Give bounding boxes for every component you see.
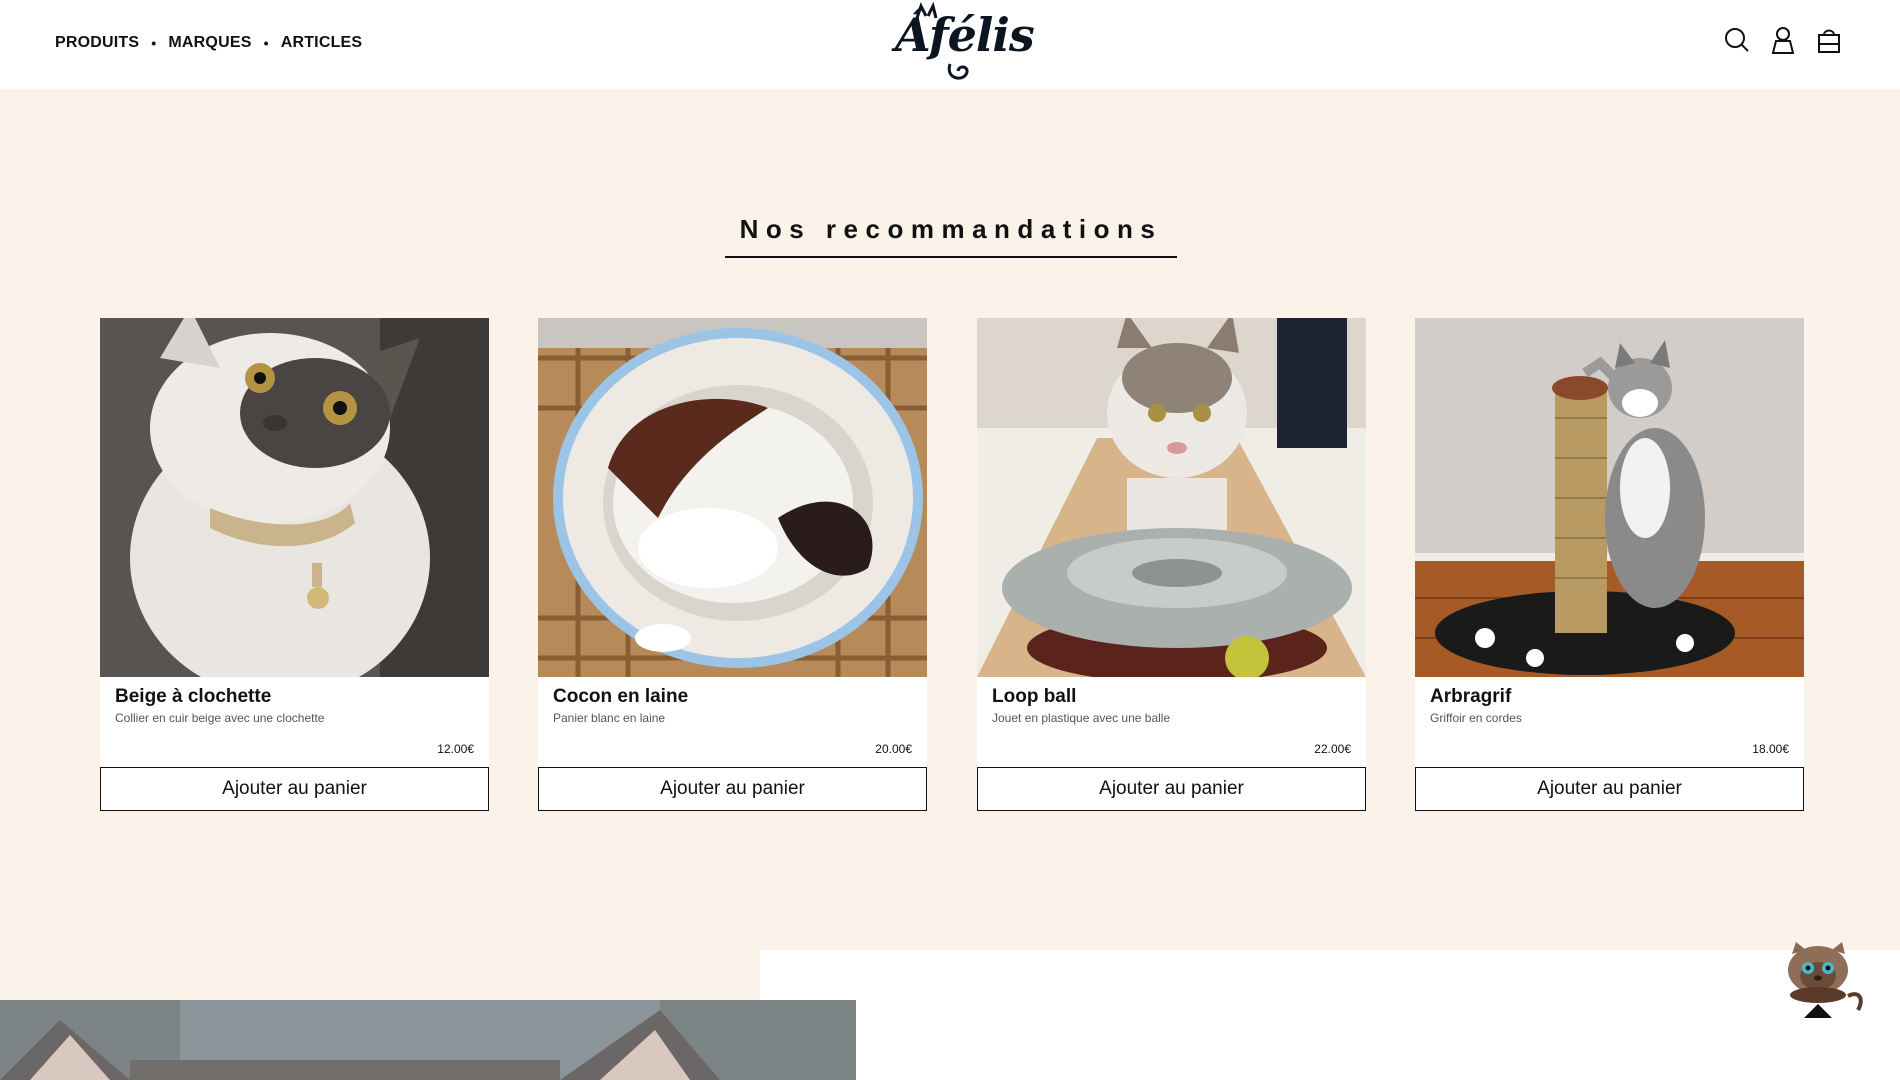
user-icon[interactable] — [1770, 26, 1796, 54]
product-name[interactable]: Cocon en laine — [553, 686, 688, 708]
product-description: Collier en cuir beige avec une clochette — [115, 711, 325, 725]
add-to-cart-button[interactable]: Ajouter au panier — [977, 767, 1366, 811]
product-card-cocon-en-laine: Cocon en laine Panier blanc en laine 20.… — [538, 318, 927, 811]
product-description: Griffoir en cordes — [1430, 711, 1522, 725]
product-info: Arbragrif Griffoir en cordes 18.00€ — [1415, 677, 1804, 768]
next-section-cat-photo — [0, 1000, 856, 1080]
product-image[interactable] — [1415, 318, 1804, 677]
product-description: Jouet en plastique avec une balle — [992, 711, 1171, 725]
cat-in-wool-bed-image — [538, 318, 927, 677]
site-logo[interactable]: Áfélis — [895, 2, 1035, 84]
product-card-arbragrif: Arbragrif Griffoir en cordes 18.00€ Ajou… — [1415, 318, 1804, 811]
next-section-panel — [760, 950, 1900, 1080]
product-image[interactable] — [100, 318, 489, 677]
product-info: Cocon en laine Panier blanc en laine 20.… — [538, 677, 927, 768]
search-icon[interactable] — [1724, 26, 1750, 54]
product-card-beige-a-clochette: Beige à clochette Collier en cuir beige … — [100, 318, 489, 811]
title-underline — [725, 256, 1177, 258]
product-info: Beige à clochette Collier en cuir beige … — [100, 677, 489, 768]
product-price: 12.00€ — [437, 742, 474, 756]
cat-with-loop-ball-toy-image — [977, 318, 1366, 677]
product-image[interactable] — [538, 318, 927, 677]
logo-text: Áfélis — [895, 8, 1035, 62]
header-actions — [1724, 26, 1842, 54]
cart-icon[interactable] — [1816, 26, 1842, 54]
product-image[interactable] — [977, 318, 1366, 677]
product-description: Panier blanc en laine — [553, 711, 666, 725]
nav-articles[interactable]: ARTICLES — [281, 34, 363, 52]
product-price: 20.00€ — [875, 742, 912, 756]
nav-separator: • — [263, 35, 269, 51]
nav-marques[interactable]: MARQUES — [168, 34, 251, 52]
product-price: 18.00€ — [1752, 742, 1789, 756]
nav-produits[interactable]: PRODUITS — [55, 34, 139, 52]
cat-ears-photo-image — [0, 1000, 856, 1080]
add-to-cart-button[interactable]: Ajouter au panier — [100, 767, 489, 811]
site-header: PRODUITS • MARQUES • ARTICLES Áfélis — [0, 0, 1900, 89]
product-card-loop-ball: Loop ball Jouet en plastique avec une ba… — [977, 318, 1366, 811]
add-to-cart-button[interactable]: Ajouter au panier — [1415, 767, 1804, 811]
cat-with-collar-image — [100, 318, 489, 677]
kitten-on-scratching-post-image — [1415, 318, 1804, 677]
product-name[interactable]: Loop ball — [992, 686, 1076, 708]
add-to-cart-button[interactable]: Ajouter au panier — [538, 767, 927, 811]
product-name[interactable]: Arbragrif — [1430, 686, 1511, 708]
nav-separator: • — [151, 35, 157, 51]
product-name[interactable]: Beige à clochette — [115, 686, 271, 708]
section-title: Nos recommandations — [739, 214, 1163, 244]
product-price: 22.00€ — [1314, 742, 1351, 756]
cat-scroll-to-top-icon[interactable] — [1782, 940, 1866, 1022]
product-info: Loop ball Jouet en plastique avec une ba… — [977, 677, 1366, 768]
main-nav: PRODUITS • MARQUES • ARTICLES — [55, 34, 362, 52]
